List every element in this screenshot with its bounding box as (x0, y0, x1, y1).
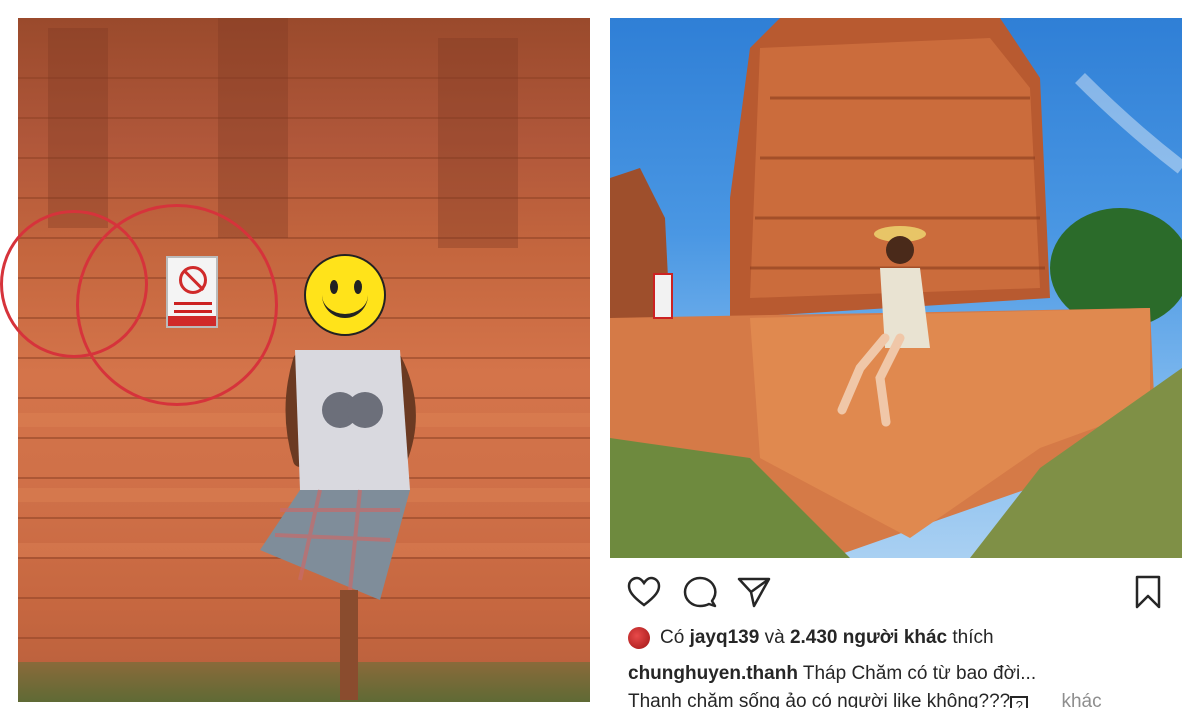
bookmark-icon[interactable] (1130, 574, 1166, 610)
likes-connector: và (764, 627, 785, 648)
likes-line: Có jayq139 và 2.430 người khác thích (628, 624, 1188, 652)
liker-username[interactable]: jayq139 (690, 627, 760, 649)
comment-bubble-icon[interactable] (682, 574, 718, 610)
post-action-bar (610, 568, 1182, 614)
smiley-face-icon (304, 254, 386, 336)
likes-prefix: Có (660, 627, 685, 648)
temple-tower-scene (610, 18, 1182, 558)
avatar[interactable] (628, 627, 650, 649)
likes-suffix: thích (952, 627, 994, 648)
post-caption: chunghuyen.thanh Tháp Chăm có từ bao đời… (628, 660, 1188, 708)
heart-icon[interactable] (626, 574, 662, 610)
post-photo (610, 18, 1182, 558)
caption-line-2: Thanh chăm sống ảo có người like không??… (628, 691, 1011, 708)
paper-plane-icon[interactable] (736, 574, 772, 610)
caption-username[interactable]: chunghuyen.thanh (628, 663, 798, 684)
smiley-mouth (322, 290, 368, 318)
unknown-glyph: ? (1010, 696, 1029, 708)
highlight-circle-right (0, 210, 148, 358)
likes-count[interactable]: 2.430 người khác (790, 627, 947, 649)
caption-line-1: Tháp Chăm có từ bao đời... (802, 663, 1037, 684)
more-link[interactable]: khác (1061, 691, 1101, 708)
